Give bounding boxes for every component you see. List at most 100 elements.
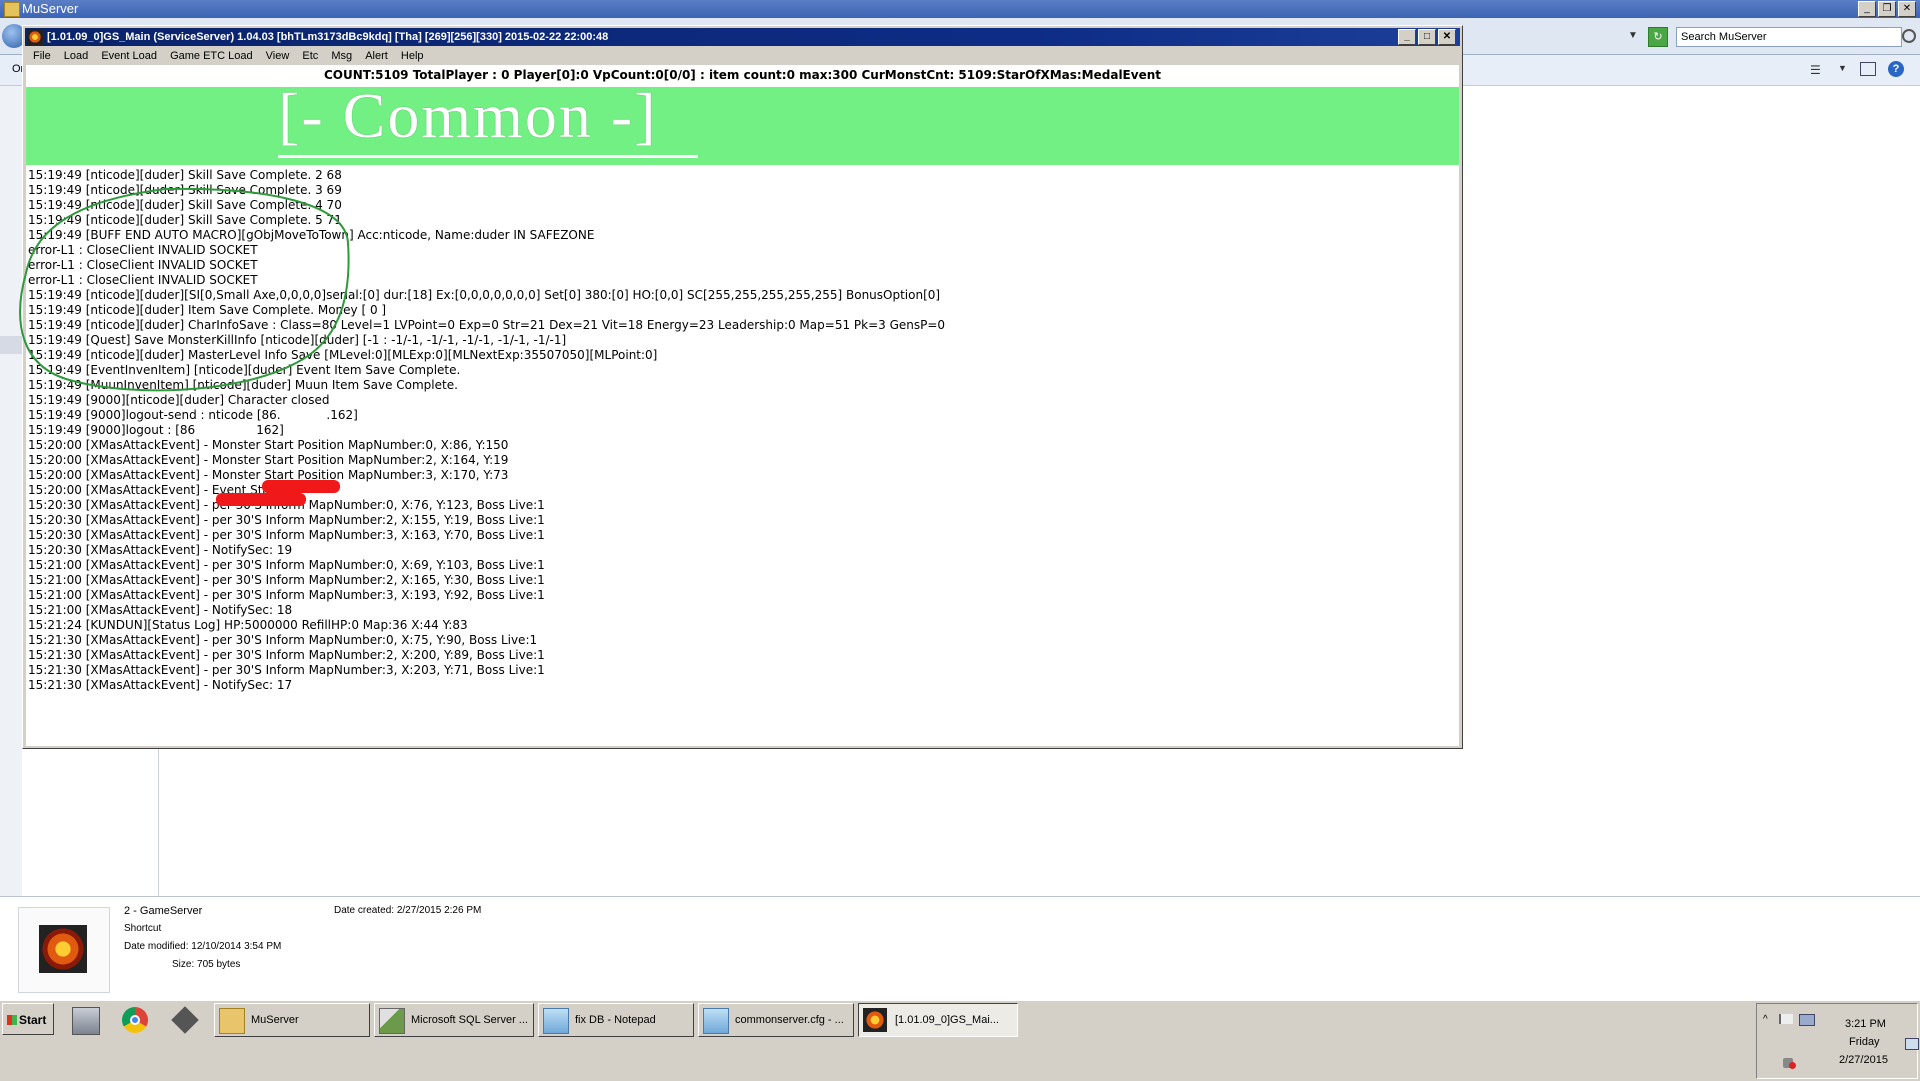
clock-date[interactable]: 2/27/2015 xyxy=(1839,1054,1888,1066)
banner-underline xyxy=(278,155,698,158)
menu-alert[interactable]: Alert xyxy=(365,50,388,62)
log-line: error-L1 : CloseClient INVALID SOCKET xyxy=(28,258,258,272)
detail-date-created: Date created: 2/27/2015 2:26 PM xyxy=(334,905,482,916)
taskbar: Start MuServer Microsoft SQL Server ... … xyxy=(0,1000,1920,1081)
tray-expand-icon[interactable]: ^ xyxy=(1763,1014,1768,1025)
log-line: 15:19:49 [9000]logout : [86 162] xyxy=(28,423,284,437)
log-line: 15:20:30 [XMasAttackEvent] - per 30'S In… xyxy=(28,528,545,542)
log-line: 15:19:49 [nticode][duder] MasterLevel In… xyxy=(28,348,658,362)
show-desktop-icon[interactable] xyxy=(1905,1038,1919,1050)
log-line: 15:19:49 [9000][nticode][duder] Characte… xyxy=(28,393,330,407)
restore-button[interactable]: ❐ xyxy=(1878,1,1896,17)
log-line: 15:20:30 [XMasAttackEvent] - per 30'S In… xyxy=(28,513,545,527)
server-log: 15:19:49 [nticode][duder] Skill Save Com… xyxy=(28,168,1428,693)
log-line: 15:19:49 [BUFF END AUTO MACRO][gObjMoveT… xyxy=(28,228,595,242)
gameserver-console[interactable]: COUNT:5109 TotalPlayer : 0 Player[0]:0 V… xyxy=(19,65,1459,746)
gameserver-icon xyxy=(863,1008,887,1032)
close-button[interactable]: ✕ xyxy=(1898,1,1916,17)
menu-etc[interactable]: Etc xyxy=(302,50,318,62)
refresh-icon[interactable]: ↻ xyxy=(1648,27,1668,47)
views-dropdown-icon[interactable]: ▼ xyxy=(1838,63,1847,73)
taskbar-button-sql-server[interactable]: Microsoft SQL Server ... xyxy=(374,1003,534,1037)
gameserver-window-controls: _ □ ✕ xyxy=(1398,29,1456,45)
log-line: 15:21:00 [XMasAttackEvent] - NotifySec: … xyxy=(28,603,293,617)
log-line: 15:19:49 [MuunInvenItem] [nticode][duder… xyxy=(28,378,458,392)
mute-icon xyxy=(1789,1062,1796,1069)
preview-pane-icon[interactable] xyxy=(1860,62,1876,76)
taskbar-button-label: Microsoft SQL Server ... xyxy=(411,1014,528,1026)
detail-file-type: Shortcut xyxy=(124,923,162,934)
close-button[interactable]: ✕ xyxy=(1438,29,1456,45)
menu-file[interactable]: File xyxy=(33,50,51,62)
log-line: 15:19:49 [nticode][duder] Skill Save Com… xyxy=(28,168,342,182)
details-pane: 2 - GameServer Shortcut Date modified: 1… xyxy=(0,896,1920,1001)
taskbar-button-muserver[interactable]: MuServer xyxy=(214,1003,370,1037)
log-line: 15:20:00 [XMasAttackEvent] - Monster Sta… xyxy=(28,438,509,452)
help-icon[interactable]: ? xyxy=(1888,61,1904,77)
menu-event-load[interactable]: Event Load xyxy=(101,50,157,62)
menu-help[interactable]: Help xyxy=(401,50,424,62)
file-thumbnail xyxy=(18,907,110,993)
sql-server-icon xyxy=(379,1008,405,1034)
network-icon[interactable] xyxy=(1799,1014,1815,1026)
system-tray: ^ 3:21 PM Friday 2/27/2015 xyxy=(1756,1003,1919,1079)
gameserver-title-bar[interactable]: [1.01.09_0]GS_Main (ServiceServer) 1.04.… xyxy=(25,28,1460,46)
minimize-button[interactable]: _ xyxy=(1398,29,1416,45)
server-status-line: COUNT:5109 TotalPlayer : 0 Player[0]:0 V… xyxy=(324,68,1161,82)
chrome-icon[interactable] xyxy=(122,1007,148,1033)
taskbar-button-label: fix DB - Notepad xyxy=(575,1014,656,1026)
log-line: 15:19:49 [nticode][duder][SI[0,Small Axe… xyxy=(28,288,941,302)
gameserver-icon xyxy=(27,29,43,45)
log-line: 15:21:30 [XMasAttackEvent] - per 30'S In… xyxy=(28,633,538,647)
search-icon[interactable] xyxy=(1902,29,1916,43)
maximize-button[interactable]: □ xyxy=(1418,29,1436,45)
taskbar-button-notepad[interactable]: fix DB - Notepad xyxy=(538,1003,694,1037)
clock-day[interactable]: Friday xyxy=(1849,1036,1880,1048)
search-input[interactable]: Search MuServer xyxy=(1676,27,1902,47)
log-line: 15:21:30 [XMasAttackEvent] - per 30'S In… xyxy=(28,663,545,677)
chevron-down-icon[interactable]: ▼ xyxy=(1628,30,1638,41)
gameserver-window: [1.01.09_0]GS_Main (ServiceServer) 1.04.… xyxy=(19,25,1463,749)
cube-app-icon[interactable] xyxy=(171,1006,199,1034)
redaction-mark xyxy=(262,480,340,493)
windows-logo-icon xyxy=(7,1015,17,1025)
detail-size: Size: 705 bytes xyxy=(172,959,241,970)
taskbar-button-label: [1.01.09_0]GS_Mai... xyxy=(895,1014,999,1026)
explorer-title-bar: MuServer _ ❐ ✕ xyxy=(0,0,1920,18)
action-center-icon[interactable] xyxy=(1779,1014,1793,1024)
log-line: 15:21:24 [KUNDUN][Status Log] HP:5000000… xyxy=(28,618,468,632)
views-icon[interactable]: ☰ xyxy=(1810,63,1821,77)
log-line: 15:20:30 [XMasAttackEvent] - NotifySec: … xyxy=(28,543,293,557)
menu-msg[interactable]: Msg xyxy=(331,50,352,62)
log-line: 15:21:30 [XMasAttackEvent] - per 30'S In… xyxy=(28,648,545,662)
navigation-pane[interactable] xyxy=(0,86,22,896)
server-mode-label: [- Common -] xyxy=(278,80,658,151)
log-line: error-L1 : CloseClient INVALID SOCKET xyxy=(28,243,258,257)
menu-game-etc-load[interactable]: Game ETC Load xyxy=(170,50,253,62)
taskbar-button-gameserver[interactable]: [1.01.09_0]GS_Mai... xyxy=(858,1003,1018,1037)
taskbar-button-label: MuServer xyxy=(251,1014,299,1026)
log-line: 15:19:49 [nticode][duder] Skill Save Com… xyxy=(28,198,342,212)
log-line: error-L1 : CloseClient INVALID SOCKET xyxy=(28,273,258,287)
log-line: 15:20:00 [XMasAttackEvent] - Monster Sta… xyxy=(28,468,509,482)
log-line: 15:19:49 [nticode][duder] Skill Save Com… xyxy=(28,213,342,227)
log-line: 15:21:00 [XMasAttackEvent] - per 30'S In… xyxy=(28,573,545,587)
gameserver-emblem-icon xyxy=(39,925,87,973)
gameserver-menu-bar: File Load Event Load Game ETC Load View … xyxy=(25,47,1460,65)
log-line: 15:19:49 [Quest] Save MonsterKillInfo [n… xyxy=(28,333,567,347)
taskbar-button-commonserver-cfg[interactable]: commonserver.cfg - ... xyxy=(698,1003,854,1037)
start-label: Start xyxy=(19,1013,47,1027)
menu-load[interactable]: Load xyxy=(64,50,88,62)
start-button[interactable]: Start xyxy=(2,1003,54,1035)
navigation-pane-selected-item[interactable] xyxy=(0,336,22,354)
notepad-icon xyxy=(703,1008,729,1034)
detail-date-modified: Date modified: 12/10/2014 3:54 PM xyxy=(124,941,282,952)
log-line: 15:21:00 [XMasAttackEvent] - per 30'S In… xyxy=(28,558,545,572)
notepad-icon xyxy=(543,1008,569,1034)
clock-time[interactable]: 3:21 PM xyxy=(1845,1018,1886,1030)
gameserver-title: [1.01.09_0]GS_Main (ServiceServer) 1.04.… xyxy=(47,31,609,43)
server-manager-icon[interactable] xyxy=(72,1007,100,1035)
explorer-title: MuServer xyxy=(22,1,79,16)
minimize-button[interactable]: _ xyxy=(1858,1,1876,17)
menu-view[interactable]: View xyxy=(266,50,290,62)
